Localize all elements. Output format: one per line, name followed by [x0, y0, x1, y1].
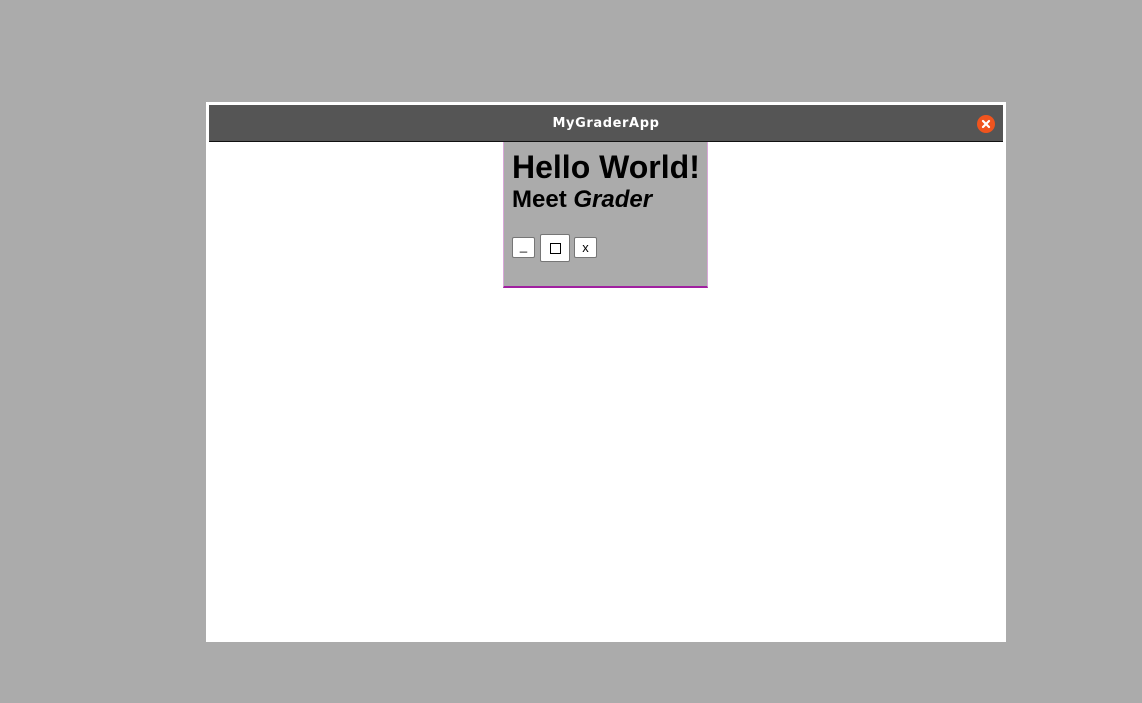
close-button[interactable]: x: [574, 237, 597, 258]
maximize-button[interactable]: [540, 234, 570, 262]
window-title: MyGraderApp: [552, 116, 660, 131]
window-content: Hello World! Meet Grader _ x: [209, 142, 1003, 639]
minimize-label: _: [519, 238, 528, 253]
greeting-panel: Hello World! Meet Grader _ x: [503, 142, 708, 288]
app-window: MyGraderApp Hello World! Meet Grader _ x: [206, 102, 1006, 642]
close-label: x: [582, 240, 589, 255]
meet-prefix: Meet: [512, 186, 574, 213]
desktop: MyGraderApp Hello World! Meet Grader _ x: [0, 0, 1142, 703]
minimize-button[interactable]: _: [512, 237, 535, 258]
title-bar[interactable]: MyGraderApp: [209, 105, 1003, 142]
window-close-button[interactable]: [977, 115, 995, 133]
close-icon: [981, 119, 991, 129]
square-icon: [549, 242, 561, 254]
hello-heading: Hello World!: [512, 149, 700, 185]
meet-subheading: Meet Grader: [512, 186, 652, 214]
grader-name: Grader: [573, 186, 653, 213]
